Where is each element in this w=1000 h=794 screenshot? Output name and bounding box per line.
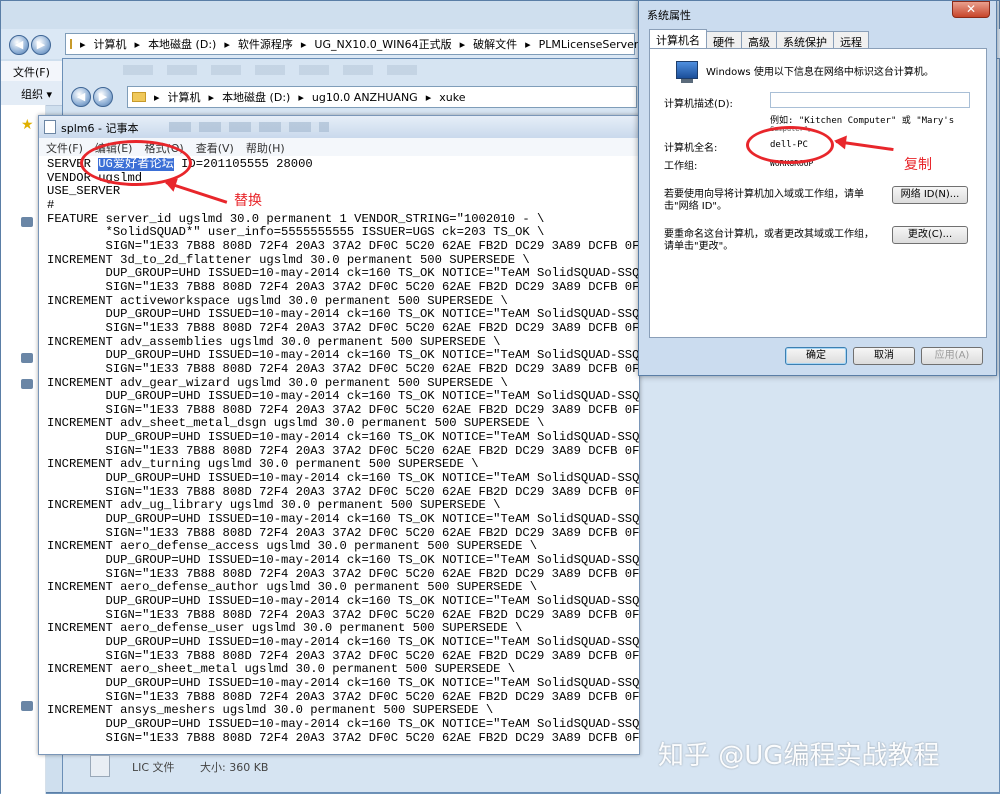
organize-button[interactable]: 组织 ▾ [21, 86, 52, 102]
dialog-title: 系统属性 [647, 9, 691, 22]
breadcrumb-item[interactable]: 破解文件 [473, 36, 517, 52]
menu-file[interactable]: 文件(F) [46, 140, 83, 156]
notepad-title: splm6 - 记事本 [61, 122, 139, 135]
notepad-titlebar[interactable]: splm6 - 记事本 [39, 116, 639, 139]
breadcrumb-sep-icon: ▸ [134, 37, 141, 51]
breadcrumb-item[interactable]: 计算机 [94, 36, 127, 52]
license-file-content: VENDOR ugslmd USE_SERVER # FEATURE serve… [47, 170, 639, 745]
breadcrumb-item[interactable]: 本地磁盘 (D:) [222, 89, 290, 105]
rename-text-2: 请单击"更改"。 [664, 241, 734, 252]
breadcrumb-sep-icon: ▸ [298, 90, 304, 104]
breadcrumb-sep-icon: ▸ [80, 37, 86, 51]
computer-icon [676, 61, 698, 83]
nav-item-icon[interactable] [21, 353, 33, 363]
nav-item-icon[interactable] [21, 701, 33, 711]
nav-item-icon[interactable] [21, 217, 33, 227]
forward-arrow-icon[interactable]: ▶ [93, 87, 113, 107]
favorites-star-icon[interactable]: ★ [21, 117, 34, 133]
explorer-front-address-bar[interactable]: ▸ 计算机 ▸ 本地磁盘 (D:) ▸ ug10.0 ANZHUANG ▸ xu… [127, 86, 637, 108]
menu-file[interactable]: 文件(F) [13, 64, 50, 80]
watermark-text: 知乎 @UG编程实战教程 [658, 741, 940, 771]
forward-arrow-icon[interactable]: ▶ [31, 35, 51, 55]
breadcrumb-sep-icon: ▸ [425, 90, 432, 104]
annotation-copy-text: 复制 [904, 157, 932, 173]
breadcrumb-item[interactable]: ug10.0 ANZHUANG [312, 91, 418, 104]
computer-name-pane: Windows 使用以下信息在网络中标识这台计算机。 计算机描述(D): 例如:… [649, 48, 987, 338]
nav-item-icon[interactable] [21, 379, 33, 389]
close-icon[interactable]: ✕ [952, 1, 990, 18]
breadcrumb-sep-icon: ▸ [224, 37, 230, 51]
notepad-text-area[interactable]: SERVER UG爱好者论坛 ID=201105555 28000 VENDOR… [47, 158, 639, 756]
folder-icon [70, 39, 72, 49]
breadcrumb-sep-icon: ▸ [300, 37, 307, 51]
breadcrumb-item[interactable]: UG_NX10.0_WIN64正式版 [314, 36, 451, 52]
breadcrumb-item[interactable]: 计算机 [168, 89, 201, 105]
system-properties-dialog: 系统属性 ✕ 计算机名 硬件 高级 系统保护 远程 Windows 使用以下信息… [638, 0, 997, 376]
text-line-server-suffix: ID=201105555 28000 [173, 158, 313, 171]
breadcrumb-sep-icon: ▸ [154, 90, 160, 104]
annotation-replace-text: 替换 [234, 193, 262, 209]
workgroup-label: 工作组: [664, 161, 698, 172]
back-arrow-icon[interactable]: ◀ [71, 87, 91, 107]
file-type-text: LIC 文件 [132, 761, 175, 774]
change-button[interactable]: 更改(C)... [892, 226, 968, 244]
breadcrumb-item[interactable]: 软件源程序 [238, 36, 293, 52]
cancel-button[interactable]: 取消 [853, 347, 915, 365]
network-id-button[interactable]: 网络 ID(N)... [892, 186, 968, 204]
blurred-toolbar [123, 65, 423, 75]
apply-button: 应用(A) [921, 347, 983, 365]
folder-icon [132, 92, 146, 102]
back-arrow-icon[interactable]: ◀ [9, 35, 29, 55]
network-id-text-2: 击"网络 ID"。 [664, 201, 728, 212]
breadcrumb-sep-icon: ▸ [208, 90, 215, 104]
annotation-ellipse-copy [746, 126, 834, 164]
breadcrumb-item[interactable]: PLMLicenseServer [539, 38, 639, 51]
notepad-window: splm6 - 记事本 文件(F) 编辑(E) 格式(O) 查看(V) 帮助(H… [38, 115, 640, 755]
explorer-back-address-bar[interactable]: ▸ 计算机 ▸ 本地磁盘 (D:) ▸ 软件源程序 ▸ UG_NX10.0_WI… [65, 33, 638, 55]
notepad-icon [44, 120, 56, 134]
explorer-status-bar: LIC 文件 大小: 360 KB [90, 755, 390, 779]
breadcrumb-sep-icon: ▸ [459, 37, 466, 51]
file-icon [90, 755, 110, 777]
menu-help[interactable]: 帮助(H) [246, 140, 285, 156]
blurred-title-area [169, 122, 329, 132]
intro-text: Windows 使用以下信息在网络中标识这台计算机。 [706, 67, 934, 78]
computer-description-input[interactable] [770, 92, 970, 108]
computer-description-label: 计算机描述(D): [664, 99, 733, 110]
full-name-label: 计算机全名: [664, 143, 718, 154]
file-size-text: 大小: 360 KB [200, 761, 269, 774]
breadcrumb-sep-icon: ▸ [525, 37, 531, 51]
breadcrumb-item[interactable]: 本地磁盘 (D:) [148, 36, 216, 52]
breadcrumb-item[interactable]: xuke [439, 91, 465, 104]
ok-button[interactable]: 确定 [785, 347, 847, 365]
menu-view[interactable]: 查看(V) [196, 140, 234, 156]
